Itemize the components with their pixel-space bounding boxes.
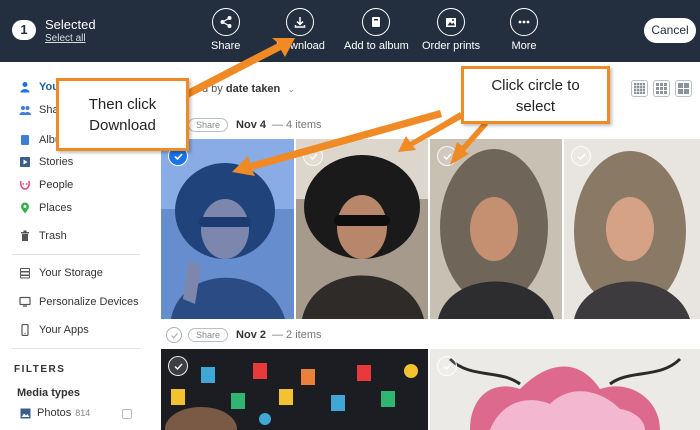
sidebar-item-stories[interactable]: Stories [19, 156, 73, 168]
filter-photos-label: Photos [37, 407, 72, 419]
download-callout: Then click Download [56, 78, 189, 151]
chevron-down-icon: ⌄ [287, 84, 295, 94]
sidebar-item-personalize-devices[interactable]: Personalize Devices [19, 296, 139, 308]
sidebar-item-your-storage[interactable]: Your Storage [19, 267, 103, 279]
photo-thumbnail[interactable] [564, 139, 700, 319]
photo-thumbnail[interactable] [296, 139, 428, 319]
group-share-button[interactable]: Share [188, 328, 229, 342]
photo-select-checkbox[interactable] [303, 146, 323, 166]
photo-select-checkbox[interactable] [437, 146, 457, 166]
view-toggle-group [631, 80, 692, 97]
sidebar-item-label: Your Storage [39, 267, 103, 279]
photo-thumbnail[interactable] [430, 349, 700, 430]
sidebar-item-albums[interactable]: Albu [19, 134, 61, 146]
sort-value: date taken [225, 83, 281, 95]
order-prints-label: Order prints [422, 40, 481, 52]
download-label: Download [276, 40, 325, 52]
group-select-circle[interactable] [166, 327, 182, 343]
group-count: — 2 items [272, 329, 322, 341]
filter-photos[interactable]: Photos 814 [20, 407, 90, 419]
cancel-button[interactable]: Cancel [644, 18, 696, 43]
media-types-heading: Media types [17, 387, 80, 399]
sidebar-item-label: Your Apps [39, 324, 89, 336]
add-to-album-label: Add to album [344, 40, 409, 52]
group-header-nov-4: Share Nov 4 — 4 items [166, 117, 322, 133]
main-content: d by date taken ⌄ Share Nov 4 — 4 items [150, 62, 700, 430]
group-count: — 4 items [272, 119, 322, 131]
medium-grid-view-icon[interactable] [653, 80, 670, 97]
sort-prefix: d by [202, 83, 223, 95]
sort-dropdown[interactable]: d by date taken ⌄ [202, 83, 295, 95]
sidebar-item-trash[interactable]: Trash [19, 230, 67, 242]
more-dots-icon [510, 8, 538, 36]
sidebar-divider [12, 254, 140, 255]
trash-icon [19, 230, 31, 242]
share-label: Share [211, 40, 241, 52]
more-label: More [511, 40, 537, 52]
sidebar-item-label: Personalize Devices [39, 296, 139, 308]
select-circle-callout: Click circle to select [461, 66, 610, 124]
small-grid-view-icon[interactable] [631, 80, 648, 97]
sidebar-item-label: Trash [39, 230, 67, 242]
pin-icon [19, 202, 31, 214]
face-icon [19, 179, 31, 191]
download-button[interactable]: Download [276, 8, 325, 52]
share-icon [211, 8, 240, 36]
group-date: Nov 4 [236, 119, 266, 131]
prints-icon [437, 8, 466, 36]
group-date: Nov 2 [236, 329, 266, 341]
sidebar-item-label: Stories [39, 156, 74, 168]
download-callout-text: Then click Download [88, 96, 157, 134]
sidebar-item-people[interactable]: People [19, 179, 73, 191]
share-button[interactable]: Share [211, 8, 240, 52]
sidebar-item-shared[interactable]: Sha [19, 104, 59, 116]
photo-select-checkbox[interactable] [168, 356, 188, 376]
group-share-button[interactable]: Share [188, 118, 229, 132]
people-icon [19, 104, 31, 116]
sidebar-divider [12, 348, 140, 349]
large-grid-view-icon[interactable] [675, 80, 692, 97]
add-to-album-button[interactable]: Add to album [344, 8, 409, 52]
album-icon [19, 134, 31, 146]
filters-heading: FILTERS [14, 364, 66, 375]
download-icon [286, 8, 315, 36]
filter-photos-checkbox[interactable] [122, 409, 132, 419]
select-all-link[interactable]: Select all [45, 33, 86, 44]
phone-icon [19, 324, 31, 336]
more-button[interactable]: More [510, 8, 538, 52]
photo-thumbnail[interactable] [161, 349, 428, 430]
sidebar-item-places[interactable]: Places [19, 202, 72, 214]
select-circle-callout-text: Click circle to select [491, 77, 580, 115]
sidebar-item-label: Places [39, 202, 73, 214]
sidebar-item-your-apps[interactable]: Your Apps [19, 324, 89, 336]
storage-icon [19, 267, 31, 279]
selected-label: Selected [45, 17, 96, 32]
selected-count-badge: 1 [12, 20, 36, 40]
photo-select-checkbox[interactable] [437, 356, 457, 376]
photo-thumbnail[interactable] [430, 139, 562, 319]
play-icon [19, 156, 31, 168]
monitor-icon [19, 296, 31, 308]
amazon-photos-window: 1 Selected Select all Share Download Add… [0, 0, 700, 430]
selection-toolbar: 1 Selected Select all Share Download Add… [0, 0, 700, 62]
order-prints-button[interactable]: Order prints [422, 8, 480, 52]
photo-thumbnail-selected[interactable] [161, 139, 294, 319]
filter-photos-count: 814 [75, 408, 91, 418]
photo-select-checkbox[interactable] [571, 146, 591, 166]
group-header-nov-2: Share Nov 2 — 2 items [166, 327, 322, 343]
person-icon [19, 81, 31, 93]
album-icon [362, 8, 391, 36]
selection-overlay [161, 139, 294, 319]
photo-filter-icon [20, 408, 31, 419]
sidebar-item-label: People [39, 179, 74, 191]
